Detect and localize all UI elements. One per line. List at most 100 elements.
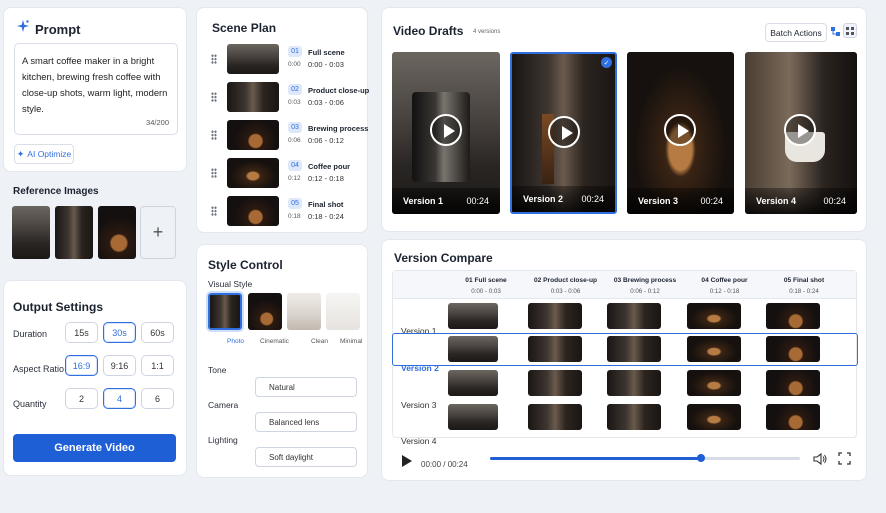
fullscreen-button[interactable]: [838, 452, 852, 466]
compare-thumbnail[interactable]: [607, 336, 661, 362]
compare-thumbnail[interactable]: [527, 370, 582, 396]
scene-thumbnail[interactable]: [227, 120, 279, 150]
style-cinematic-option[interactable]: [248, 293, 282, 330]
scene-range: 0:03 - 0:06: [308, 98, 344, 107]
scene-thumbnail[interactable]: [227, 82, 279, 112]
scene-number: 04: [288, 160, 302, 171]
camera-label: Camera: [208, 400, 239, 410]
reference-image-1[interactable]: [12, 206, 50, 259]
quantity-4-button[interactable]: 4: [103, 388, 136, 409]
video-draft-3[interactable]: Version 3 00:24: [627, 52, 734, 214]
prompt-text: A smart coffee maker in a bright kitchen…: [22, 55, 168, 114]
scene-range: 0:00 - 0:03: [308, 60, 344, 69]
drag-handle-icon[interactable]: [211, 168, 217, 178]
reference-image-2[interactable]: [55, 206, 93, 259]
drag-handle-icon[interactable]: [211, 92, 217, 102]
play-icon[interactable]: [430, 114, 462, 146]
compare-thumbnail[interactable]: [448, 404, 498, 430]
play-icon[interactable]: [784, 114, 816, 146]
output-settings-title: Output Settings: [13, 300, 103, 314]
compare-row-label[interactable]: Version 2: [401, 363, 439, 373]
quantity-2-button[interactable]: 2: [65, 388, 98, 409]
version-duration: 00:24: [823, 196, 846, 206]
version-count-badge: 4 versions: [473, 29, 501, 35]
playback-progress-handle[interactable]: [696, 454, 705, 462]
playback-progress-track[interactable]: [490, 454, 800, 462]
duration-60s-button[interactable]: 60s: [141, 322, 174, 343]
aspect-1-1-button[interactable]: 1:1: [141, 355, 174, 376]
tone-select[interactable]: Natural: [255, 377, 357, 397]
play-icon[interactable]: [548, 116, 580, 148]
compare-thumbnail[interactable]: [686, 370, 741, 396]
compare-thumbnail[interactable]: [607, 303, 661, 329]
play-icon: [402, 455, 412, 467]
compare-thumbnail[interactable]: [607, 370, 661, 396]
video-draft-2-footer: Version 2 00:24: [512, 186, 615, 212]
scene-number: 02: [288, 84, 302, 95]
compare-thumbnail[interactable]: [766, 303, 820, 329]
video-draft-1-footer: Version 1 00:24: [392, 188, 500, 214]
compare-thumbnail[interactable]: [527, 336, 582, 362]
drag-handle-icon[interactable]: [211, 206, 217, 216]
add-reference-button[interactable]: +: [140, 206, 176, 259]
compare-thumbnail[interactable]: [448, 303, 498, 329]
style-minimal-option[interactable]: [326, 293, 360, 330]
compare-row-label[interactable]: Version 3: [401, 400, 436, 410]
scene-thumbnail[interactable]: [227, 44, 279, 74]
compare-thumbnail[interactable]: [766, 336, 820, 362]
compare-thumbnail[interactable]: [686, 303, 741, 329]
scene-thumbnail[interactable]: [227, 196, 279, 226]
compare-row-label[interactable]: Version 4: [401, 436, 436, 446]
version-name: Version 4: [756, 196, 797, 206]
version-compare-title: Version Compare: [394, 251, 493, 265]
ai-optimize-button[interactable]: ✦ AI Optimize: [14, 144, 74, 164]
compare-column-range: 0:00 - 0:03: [471, 288, 501, 295]
play-icon[interactable]: [664, 114, 696, 146]
list-view-toggle[interactable]: [828, 24, 842, 38]
style-photo-option[interactable]: [206, 291, 244, 332]
scene-name: Final shot: [308, 200, 344, 209]
video-drafts-title: Video Drafts: [393, 24, 464, 38]
video-draft-2[interactable]: ✓ Version 2 00:24: [510, 52, 617, 214]
quantity-label: Quantity: [13, 399, 47, 409]
scene-start-time: 0:00: [288, 61, 301, 68]
aspect-16-9-button[interactable]: 16:9: [65, 355, 98, 376]
scene-start-time: 0:12: [288, 175, 301, 182]
compare-play-button[interactable]: [401, 454, 413, 467]
compare-thumbnail[interactable]: [527, 404, 582, 430]
compare-column-range: 0:06 - 0:12: [630, 288, 660, 295]
drag-handle-icon[interactable]: [211, 130, 217, 140]
compare-thumbnail[interactable]: [686, 404, 741, 430]
duration-30s-button[interactable]: 30s: [103, 322, 136, 343]
reference-image-3[interactable]: [98, 206, 136, 259]
prompt-textarea[interactable]: A smart coffee maker in a bright kitchen…: [14, 43, 178, 135]
compare-thumbnail[interactable]: [448, 336, 498, 362]
compare-thumbnail[interactable]: [686, 336, 741, 362]
video-draft-1[interactable]: Version 1 00:24: [392, 52, 500, 214]
scene-thumbnail[interactable]: [227, 158, 279, 188]
version-name: Version 2: [523, 194, 564, 204]
compare-thumbnail[interactable]: [527, 303, 582, 329]
compare-thumbnail[interactable]: [766, 370, 820, 396]
lighting-select[interactable]: Soft daylight: [255, 447, 357, 467]
aspect-9-16-button[interactable]: 9:16: [103, 355, 136, 376]
duration-15s-button[interactable]: 15s: [65, 322, 98, 343]
version-name: Version 3: [638, 196, 679, 206]
compare-thumbnail[interactable]: [766, 404, 820, 430]
quantity-6-button[interactable]: 6: [141, 388, 174, 409]
grid-view-toggle[interactable]: [843, 23, 857, 38]
drag-handle-icon[interactable]: [211, 54, 217, 64]
fullscreen-icon: [838, 452, 851, 465]
compare-thumbnail[interactable]: [448, 370, 498, 396]
generate-video-button[interactable]: Generate Video: [13, 434, 176, 462]
video-draft-4[interactable]: Version 4 00:24: [745, 52, 857, 214]
style-clean-option[interactable]: [287, 293, 321, 330]
volume-button[interactable]: [813, 452, 827, 466]
camera-select[interactable]: Balanced lens: [255, 412, 357, 432]
scene-name: Product close-up: [308, 86, 370, 95]
batch-actions-button[interactable]: Batch Actions: [765, 23, 827, 42]
compare-column-title: 04 Coffee pour: [701, 277, 748, 284]
volume-icon: [813, 452, 827, 466]
compare-thumbnail[interactable]: [607, 404, 661, 430]
compare-column-title: 05 Final shot: [783, 277, 825, 284]
